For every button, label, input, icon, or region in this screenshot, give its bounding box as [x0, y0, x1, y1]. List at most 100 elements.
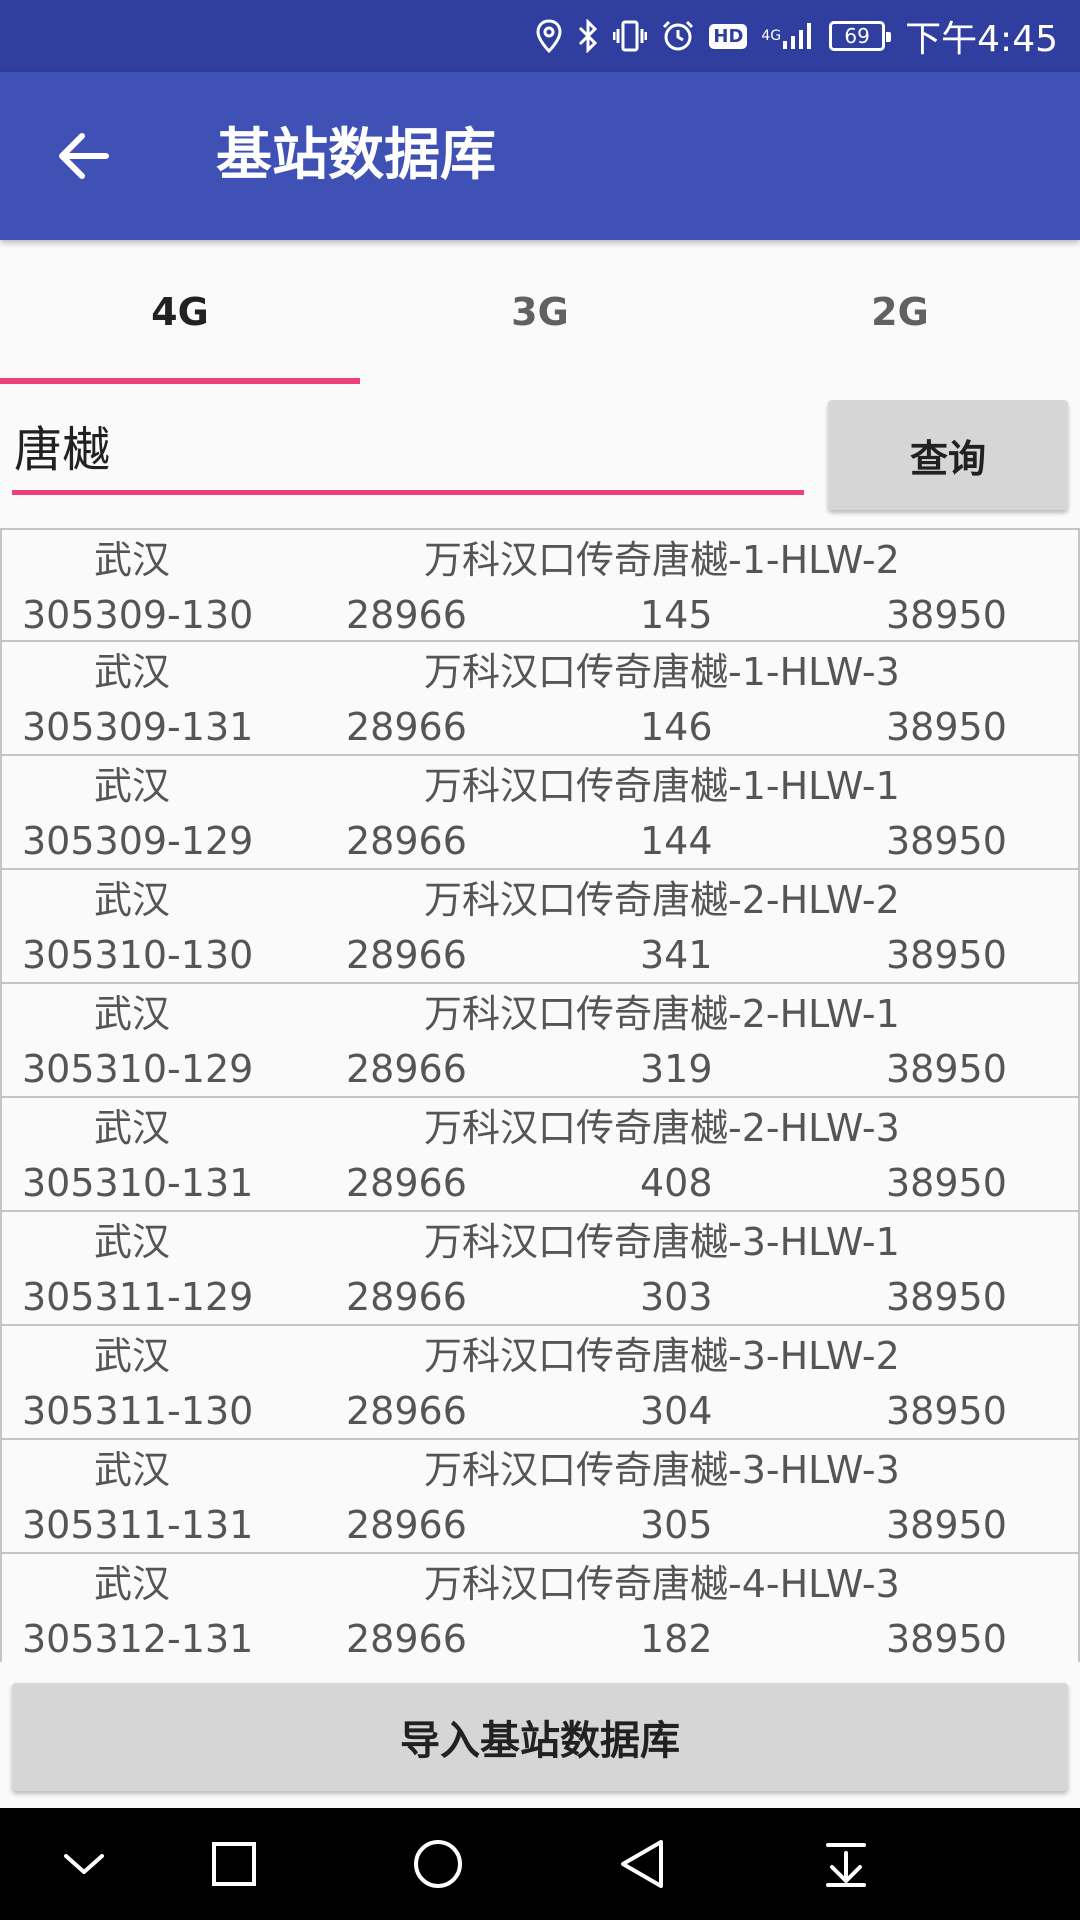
cell-site-name: 万科汉口传奇唐樾-2-HLW-2 — [424, 878, 900, 922]
list-item[interactable]: 武汉 万科汉口传奇唐樾-2-HLW-1 305310-129 28966 319 3895… — [0, 984, 1080, 1098]
cell-earfcn: 38950 — [886, 1161, 1007, 1205]
cell-pci: 304 — [640, 1389, 713, 1433]
cell-city: 武汉 — [94, 1448, 171, 1492]
list-item[interactable]: 武汉 万科汉口传奇唐樾-3-HLW-3 305311-131 28966 305 3895… — [0, 1440, 1080, 1554]
station-list[interactable]: 武汉 万科汉口传奇唐樾-1-HLW-2 305309-130 28966 145 3895… — [0, 528, 1080, 1662]
cell-city: 武汉 — [94, 992, 171, 1036]
cell-tac: 28966 — [346, 1617, 467, 1661]
list-item[interactable]: 武汉 万科汉口传奇唐樾-1-HLW-2 305309-130 28966 145 3895… — [0, 528, 1080, 642]
cell-id: 305311-129 — [22, 1275, 254, 1319]
cell-pci: 319 — [640, 1047, 713, 1091]
arrow-left-icon — [59, 133, 109, 179]
cell-city: 武汉 — [94, 538, 171, 582]
battery-icon: 69 — [829, 21, 892, 51]
cell-earfcn: 38950 — [886, 819, 1007, 863]
vibrate-icon — [613, 19, 648, 53]
cell-site-name: 万科汉口传奇唐樾-2-HLW-1 — [424, 992, 900, 1036]
cell-city: 武汉 — [94, 1220, 171, 1264]
cell-pci: 144 — [640, 819, 713, 863]
search-input[interactable]: 唐樾 — [12, 405, 804, 495]
cell-city: 武汉 — [94, 764, 171, 808]
list-item[interactable]: 武汉 万科汉口传奇唐樾-2-HLW-3 305310-131 28966 408 3895… — [0, 1098, 1080, 1212]
cell-tac: 28966 — [346, 705, 467, 749]
cell-pci: 303 — [640, 1275, 713, 1319]
recent-apps-icon[interactable] — [174, 1808, 294, 1920]
status-icons: HD 4G 69 下午4:45 — [535, 0, 1058, 72]
cell-city: 武汉 — [94, 1562, 171, 1606]
cell-id: 305310-129 — [22, 1047, 254, 1091]
cell-earfcn: 38950 — [886, 593, 1007, 637]
cell-id: 305309-131 — [22, 705, 254, 749]
cell-site-name: 万科汉口传奇唐樾-2-HLW-3 — [424, 1106, 900, 1150]
list-item[interactable]: 武汉 万科汉口传奇唐樾-4-HLW-3 305312-131 28966 182 3895… — [0, 1554, 1080, 1662]
cell-id: 305310-131 — [22, 1161, 254, 1205]
cell-tac: 28966 — [346, 933, 467, 977]
cell-site-name: 万科汉口传奇唐樾-3-HLW-2 — [424, 1334, 900, 1378]
cell-earfcn: 38950 — [886, 1389, 1007, 1433]
cell-pci: 305 — [640, 1503, 713, 1547]
notification-pull-icon[interactable] — [786, 1808, 906, 1920]
cell-city: 武汉 — [94, 650, 171, 694]
battery-level: 69 — [844, 24, 870, 48]
cell-pci: 146 — [640, 705, 713, 749]
cell-earfcn: 38950 — [886, 1503, 1007, 1547]
query-button[interactable]: 查询 — [828, 400, 1068, 510]
navigation-bar — [0, 1808, 1080, 1920]
cell-site-name: 万科汉口传奇唐樾-3-HLW-3 — [424, 1448, 900, 1492]
cell-tac: 28966 — [346, 1503, 467, 1547]
cell-site-name: 万科汉口传奇唐樾-3-HLW-1 — [424, 1220, 900, 1264]
page-title: 基站数据库 — [216, 123, 496, 188]
signal-icon: 4G — [761, 21, 815, 51]
cell-id: 305312-131 — [22, 1617, 254, 1661]
cell-pci: 408 — [640, 1161, 713, 1205]
cell-id: 305309-129 — [22, 819, 254, 863]
cell-city: 武汉 — [94, 1106, 171, 1150]
cell-city: 武汉 — [94, 878, 171, 922]
cell-tac: 28966 — [346, 1161, 467, 1205]
cell-city: 武汉 — [94, 1334, 171, 1378]
cell-id: 305311-131 — [22, 1503, 254, 1547]
back-button[interactable] — [44, 116, 124, 196]
cell-pci: 341 — [640, 933, 713, 977]
hd-icon: HD — [709, 23, 748, 49]
tab-indicator — [0, 378, 360, 384]
cell-earfcn: 38950 — [886, 1275, 1007, 1319]
cell-earfcn: 38950 — [886, 1617, 1007, 1661]
cell-tac: 28966 — [346, 1047, 467, 1091]
cell-site-name: 万科汉口传奇唐樾-1-HLW-2 — [424, 538, 900, 582]
tab-2g[interactable]: 2G — [720, 240, 1080, 384]
tab-4g[interactable]: 4G — [0, 240, 360, 384]
import-database-button[interactable]: 导入基站数据库 — [12, 1683, 1068, 1791]
cell-earfcn: 38950 — [886, 705, 1007, 749]
back-triangle-icon[interactable] — [582, 1808, 702, 1920]
cell-earfcn: 38950 — [886, 1047, 1007, 1091]
cell-tac: 28966 — [346, 819, 467, 863]
cell-tac: 28966 — [346, 1275, 467, 1319]
list-item[interactable]: 武汉 万科汉口传奇唐樾-3-HLW-1 305311-129 28966 303 3895… — [0, 1212, 1080, 1326]
cell-site-name: 万科汉口传奇唐樾-4-HLW-3 — [424, 1562, 900, 1606]
cell-tac: 28966 — [346, 593, 467, 637]
chevron-down-icon[interactable] — [24, 1808, 144, 1920]
list-item[interactable]: 武汉 万科汉口传奇唐樾-1-HLW-1 305309-129 28966 144 3895… — [0, 756, 1080, 870]
app-bar: 基站数据库 — [0, 72, 1080, 240]
tab-3g[interactable]: 3G — [360, 240, 720, 384]
cell-pci: 145 — [640, 593, 713, 637]
list-item[interactable]: 武汉 万科汉口传奇唐樾-1-HLW-3 305309-131 28966 146 3895… — [0, 642, 1080, 756]
cell-id: 305310-130 — [22, 933, 254, 977]
list-item[interactable]: 武汉 万科汉口传奇唐樾-2-HLW-2 305310-130 28966 341 3895… — [0, 870, 1080, 984]
location-icon — [535, 19, 563, 53]
tab-bar: 4G 3G 2G — [0, 240, 1080, 384]
status-bar: HD 4G 69 下午4:45 — [0, 0, 1080, 72]
home-icon[interactable] — [378, 1808, 498, 1920]
status-time: 下午4:45 — [905, 19, 1058, 60]
bluetooth-icon — [577, 19, 599, 53]
cell-pci: 182 — [640, 1617, 713, 1661]
network-type-label: 4G — [761, 28, 782, 44]
cell-site-name: 万科汉口传奇唐樾-1-HLW-1 — [424, 764, 900, 808]
cell-id: 305309-130 — [22, 593, 254, 637]
list-item[interactable]: 武汉 万科汉口传奇唐樾-3-HLW-2 305311-130 28966 304 3895… — [0, 1326, 1080, 1440]
cell-tac: 28966 — [346, 1389, 467, 1433]
alarm-icon — [661, 19, 695, 53]
cell-id: 305311-130 — [22, 1389, 254, 1433]
cell-site-name: 万科汉口传奇唐樾-1-HLW-3 — [424, 650, 900, 694]
